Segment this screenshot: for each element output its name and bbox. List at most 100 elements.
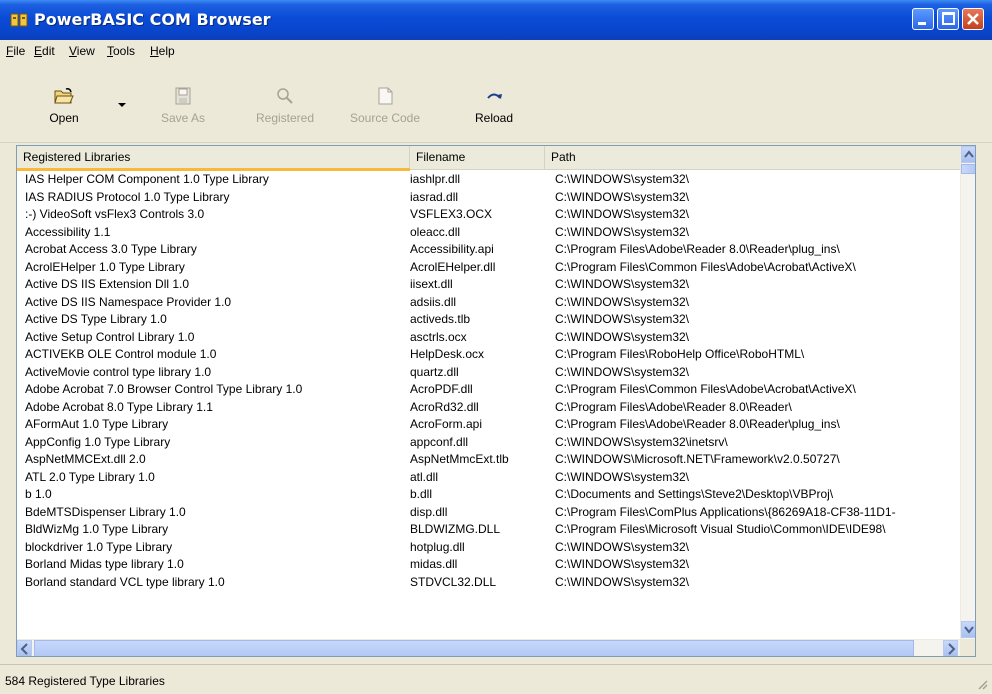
path-cell: C:\WINDOWS\system32\: [555, 207, 690, 221]
registered-label: Registered: [255, 111, 315, 125]
open-dropdown-arrow-icon[interactable]: [118, 103, 126, 108]
table-row[interactable]: AppConfig 1.0 Type Library appconf.dll C:\…: [17, 434, 960, 452]
menu-file[interactable]: File: [6, 44, 25, 58]
path-cell: C:\Documents and Settings\Steve2\Desktop…: [555, 487, 834, 501]
vertical-scrollbar[interactable]: [960, 146, 975, 639]
table-row[interactable]: Accessibility 1.1 oleacc.dll C:\WINDOWS\sy…: [17, 224, 960, 242]
app-window: PowerBASIC COM Browser File Edit View To…: [0, 0, 992, 694]
menu-edit[interactable]: Edit: [34, 44, 55, 58]
path-cell: C:\WINDOWS\system32\: [555, 224, 690, 239]
table-row[interactable]: ACTIVEKB OLE Control module 1.0 HelpDesk.…: [17, 346, 960, 364]
status-bar: 584 Registered Type Libraries: [0, 664, 992, 694]
app-icon: [10, 11, 28, 29]
filename-cell: STDVCL32.DLL: [410, 574, 497, 589]
table-row[interactable]: Borland standard VCL type library 1.0 STD…: [17, 574, 960, 592]
path-cell: C:\Program Files\ComPlus Applications\{8…: [555, 504, 896, 519]
vertical-scroll-thumb[interactable]: [961, 164, 975, 174]
menu-tools[interactable]: Tools: [107, 44, 135, 58]
filename-cell: iisext.dll: [410, 277, 453, 291]
table-row[interactable]: AFormAut 1.0 Type Library AcroForm.api C:\…: [17, 416, 960, 434]
filename-cell: asctrls.ocx: [410, 329, 467, 344]
window-title: PowerBASIC COM Browser: [34, 10, 271, 29]
save-as-button[interactable]: Save As: [155, 87, 211, 125]
filename-cell: adsiis.dll: [410, 294, 457, 309]
title-bar[interactable]: PowerBASIC COM Browser: [0, 0, 992, 40]
library-name-cell: ActiveMovie control type library 1.0: [25, 364, 212, 379]
table-row[interactable]: b 1.0 b.dll C:\Documents and Settings\Stev…: [17, 486, 960, 504]
filename-cell: iasrad.dll: [410, 189, 459, 204]
table-row[interactable]: BldWizMg 1.0 Type Library BLDWIZMG.DLL C:\…: [17, 521, 960, 539]
table-row[interactable]: Acrobat Access 3.0 Type Library Accessibi…: [17, 241, 960, 259]
resize-grip-icon[interactable]: [976, 678, 988, 690]
library-name-cell: AppConfig 1.0 Type Library: [25, 434, 171, 449]
maximize-button[interactable]: [937, 8, 959, 30]
table-row[interactable]: IAS Helper COM Component 1.0 Type Librar…: [17, 171, 960, 189]
table-row[interactable]: ATL 2.0 Type Library 1.0 atl.dll C:\WINDOW…: [17, 469, 960, 487]
library-name-cell: Accessibility 1.1: [25, 224, 111, 239]
reload-label: Reload: [474, 111, 514, 125]
open-button[interactable]: Open: [42, 87, 86, 125]
horizontal-scrollbar[interactable]: [17, 639, 960, 656]
path-cell: C:\WINDOWS\system32\: [555, 312, 690, 326]
path-cell: C:\Program Files\Adobe\Reader 8.0\Reader…: [555, 417, 840, 431]
column-header-registered-libraries[interactable]: Registered Libraries: [17, 146, 410, 169]
chevron-up-icon: [964, 150, 974, 158]
filename-cell: VSFLEX3.OCX: [410, 207, 493, 221]
scroll-up-button[interactable]: [961, 146, 975, 163]
library-name-cell: Active DS IIS Namespace Provider 1.0: [25, 294, 232, 309]
magnifier-icon: [277, 88, 293, 104]
list-header: Registered Libraries Filename Path: [17, 146, 960, 171]
path-cell: C:\Program Files\Common Files\Adobe\Acro…: [555, 259, 856, 274]
scrollbar-corner: [960, 639, 975, 656]
horizontal-scroll-thumb[interactable]: [34, 640, 914, 656]
source-code-label: Source Code: [349, 111, 421, 125]
filename-cell: quartz.dll: [410, 364, 459, 379]
minimize-button[interactable]: [912, 8, 934, 30]
table-row[interactable]: BdeMTSDispenser Library 1.0 disp.dll C:\Pr…: [17, 504, 960, 522]
table-row[interactable]: Active Setup Control Library 1.0 asctrls.…: [17, 329, 960, 347]
scroll-right-button[interactable]: [943, 640, 958, 656]
table-row[interactable]: IAS RADIUS Protocol 1.0 Type Library iasr…: [17, 189, 960, 207]
filename-cell: oleacc.dll: [410, 224, 461, 239]
table-row[interactable]: blockdriver 1.0 Type Library hotplug.dll C…: [17, 539, 960, 557]
source-code-button[interactable]: Source Code: [345, 87, 425, 125]
table-row[interactable]: Active DS IIS Extension Dll 1.0 iisext.dl…: [17, 276, 960, 294]
library-name-cell: AspNetMMCExt.dll 2.0: [25, 452, 146, 466]
library-name-cell: AcrolEHelper 1.0 Type Library: [25, 259, 185, 274]
filename-cell: midas.dll: [410, 557, 458, 571]
table-row[interactable]: :-) VideoSoft vsFlex3 Controls 3.0 VSFLEX…: [17, 206, 960, 224]
library-name-cell: Adobe Acrobat 8.0 Type Library 1.1: [25, 399, 213, 414]
save-as-label: Save As: [160, 111, 206, 125]
path-cell: C:\Program Files\Common Files\Adobe\Acro…: [555, 382, 856, 396]
column-header-path[interactable]: Path: [545, 146, 960, 169]
library-name-cell: IAS Helper COM Component 1.0 Type Librar…: [25, 172, 269, 186]
table-row[interactable]: ActiveMovie control type library 1.0 quar…: [17, 364, 960, 382]
close-button[interactable]: [962, 8, 984, 30]
scroll-left-button[interactable]: [17, 640, 32, 656]
registered-button[interactable]: Registered: [244, 87, 326, 125]
library-name-cell: Adobe Acrobat 7.0 Browser Control Type L…: [25, 382, 303, 396]
libraries-list-view[interactable]: Registered Libraries Filename Path IAS H…: [16, 145, 976, 657]
close-icon: [967, 13, 979, 25]
table-row[interactable]: Borland Midas type library 1.0 midas.dll C…: [17, 556, 960, 574]
library-name-cell: Active Setup Control Library 1.0: [25, 329, 195, 344]
table-row[interactable]: Active DS IIS Namespace Provider 1.0 adsi…: [17, 294, 960, 312]
toolbar: Open Save As Registered Source Code Relo…: [0, 62, 992, 143]
path-cell: C:\WINDOWS\Microsoft.NET\Framework\v2.0.…: [555, 452, 840, 466]
path-cell: C:\WINDOWS\system32\: [555, 172, 690, 186]
menu-view[interactable]: View: [69, 44, 95, 58]
table-row[interactable]: Adobe Acrobat 7.0 Browser Control Type L…: [17, 381, 960, 399]
scroll-down-button[interactable]: [961, 621, 975, 638]
path-cell: C:\Program Files\Adobe\Reader 8.0\Reader…: [555, 242, 840, 256]
reload-button[interactable]: Reload: [466, 87, 522, 125]
table-row[interactable]: Active DS Type Library 1.0 activeds.tlb C:…: [17, 311, 960, 329]
table-row[interactable]: AcrolEHelper 1.0 Type Library AcrolEHelpe…: [17, 259, 960, 277]
path-cell: C:\WINDOWS\system32\inetsrv\: [555, 434, 728, 449]
menu-bar: File Edit View Tools Help: [0, 40, 992, 62]
path-cell: C:\WINDOWS\system32\: [555, 329, 690, 344]
table-row[interactable]: Adobe Acrobat 8.0 Type Library 1.1 AcroRd…: [17, 399, 960, 417]
filename-cell: AcroRd32.dll: [410, 399, 479, 414]
table-row[interactable]: AspNetMMCExt.dll 2.0 AspNetMmcExt.tlb C:\W…: [17, 451, 960, 469]
column-header-filename[interactable]: Filename: [410, 146, 545, 169]
menu-help[interactable]: Help: [150, 44, 175, 58]
